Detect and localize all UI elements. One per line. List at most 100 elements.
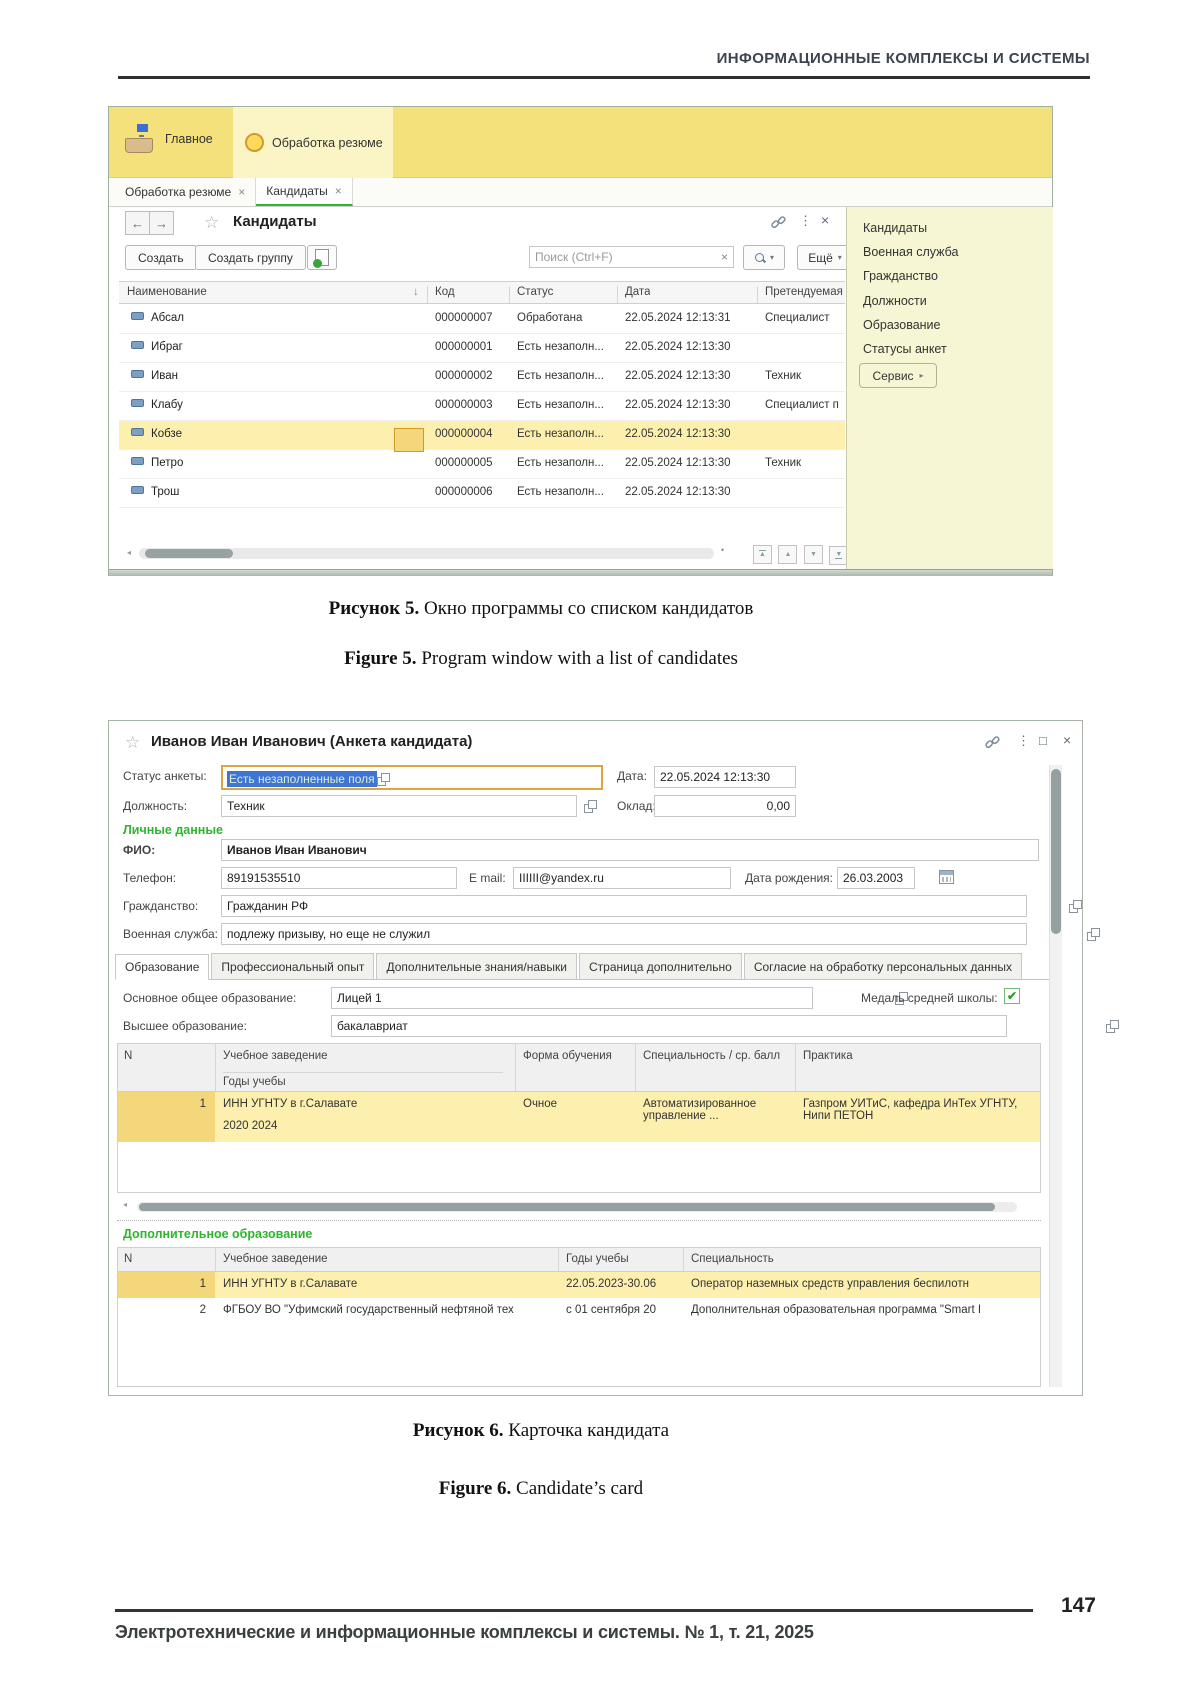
additional-table-row[interactable]: 1 ИНН УГНТУ в г.Салавате 22.05.2023-30.0… — [118, 1272, 1040, 1298]
table-row-selected[interactable]: Кобзе 000000004 Есть незаполн... 22.05.2… — [119, 421, 845, 450]
scroll-left-icon[interactable]: ◂ — [123, 1200, 127, 1209]
sidebar-item-statuses[interactable]: Статусы анкет — [863, 342, 947, 356]
focused-cell[interactable] — [394, 428, 424, 452]
birthdate-input[interactable]: 26.03.2003 — [837, 867, 915, 889]
choose-icon[interactable] — [583, 799, 597, 813]
get-link-icon[interactable] — [771, 215, 786, 235]
scroll-left-icon[interactable]: ◂ — [127, 548, 131, 557]
table-row[interactable]: Трош 000000006 Есть незаполн... 22.05.20… — [119, 479, 845, 508]
table-row[interactable]: Иван 000000002 Есть незаполн... 22.05.20… — [119, 363, 845, 392]
cell-specialty: Оператор наземных средств управления бес… — [691, 1278, 1039, 1290]
tab-additional-skills[interactable]: Дополнительные знания/навыки — [376, 953, 577, 979]
col-date[interactable]: Дата — [625, 286, 650, 298]
get-link-icon[interactable] — [985, 735, 1000, 755]
record-icon — [131, 486, 144, 494]
tab-additional-page[interactable]: Страница дополнительно — [579, 953, 742, 979]
cell-position: Техник — [765, 457, 843, 469]
col-institution: Учебное заведение — [223, 1050, 503, 1062]
col-specialty: Специальность / ср. балл — [643, 1050, 791, 1062]
go-down-icon[interactable]: ▼ — [804, 545, 823, 564]
service-label: Сервис — [872, 369, 913, 383]
scroll-right-icon[interactable]: • — [721, 545, 724, 555]
vertical-scrollbar-thumb[interactable] — [1051, 769, 1061, 934]
load-button[interactable] — [307, 245, 337, 270]
forward-button[interactable]: → — [149, 211, 174, 235]
close-form-icon[interactable]: × — [821, 213, 829, 227]
table-row[interactable]: Клабу 000000003 Есть незаполн... 22.05.2… — [119, 392, 845, 421]
go-first-icon[interactable]: ▲ — [753, 545, 772, 564]
favorite-star-icon[interactable]: ☆ — [125, 734, 140, 751]
record-icon — [131, 370, 144, 378]
military-input[interactable]: подлежу призыву, но еще не служил — [221, 923, 1027, 945]
sidebar-item-candidates[interactable]: Кандидаты — [863, 221, 927, 235]
go-up-icon[interactable]: ▲ — [778, 545, 797, 564]
choose-icon[interactable] — [1086, 927, 1100, 941]
close-icon[interactable]: × — [1063, 733, 1071, 747]
tab-close-icon[interactable]: × — [335, 184, 342, 198]
sidebar-item-positions[interactable]: Должности — [863, 294, 927, 308]
favorite-star-icon[interactable]: ☆ — [204, 214, 219, 231]
sidebar-item-education[interactable]: Образование — [863, 318, 940, 332]
horizontal-scrollbar-thumb[interactable] — [139, 1203, 995, 1211]
tab-candidates[interactable]: Кандидаты × — [256, 178, 353, 206]
back-button[interactable]: ← — [125, 211, 150, 235]
col-code[interactable]: Код — [435, 286, 455, 298]
tab-professional-experience[interactable]: Профессиональный опыт — [211, 953, 374, 979]
email-label: E mail: — [469, 871, 506, 885]
education-table[interactable]: N Учебное заведение Годы учебы Форма обу… — [117, 1043, 1041, 1193]
choose-icon[interactable] — [376, 772, 390, 786]
create-group-button[interactable]: Создать группу — [195, 245, 306, 270]
additional-table-row[interactable]: 2 ФГБОУ ВО "Уфимский государственный неф… — [118, 1298, 1040, 1324]
col-study-form: Форма обучения — [523, 1050, 631, 1062]
position-input[interactable]: Техник — [221, 795, 577, 817]
tab-resume-processing[interactable]: Обработка резюме × — [115, 178, 256, 206]
section-main-label: Главное — [165, 132, 213, 146]
sidebar-item-military-service[interactable]: Военная служба — [863, 245, 959, 259]
medal-checkbox[interactable]: ✔ — [1004, 988, 1020, 1004]
education-table-row[interactable]: 1 ИНН УГНТУ в г.Салавате 2020 2024 Очное… — [118, 1092, 1040, 1142]
calendar-icon[interactable] — [939, 870, 954, 884]
table-row[interactable]: Абсал 000000007 Обработана 22.05.2024 12… — [119, 305, 845, 334]
tab-personal-data-consent[interactable]: Согласие на обработку персональных данны… — [744, 953, 1022, 979]
record-icon — [131, 457, 144, 465]
choose-icon[interactable] — [1105, 1019, 1119, 1033]
date-input[interactable]: 22.05.2024 12:13:30 — [654, 766, 796, 788]
choose-icon[interactable] — [1068, 899, 1082, 913]
col-name[interactable]: Наименование — [127, 286, 207, 298]
tab-bar: Обработка резюме × Кандидаты × — [109, 178, 1052, 207]
citizenship-input[interactable]: Гражданин РФ — [221, 895, 1027, 917]
salary-input[interactable]: 0,00 — [654, 795, 796, 817]
col-n: N — [124, 1253, 132, 1265]
fio-input[interactable]: Иванов Иван Иванович — [221, 839, 1039, 861]
search-clear-icon[interactable]: × — [721, 250, 728, 264]
higher-education-input[interactable]: бакалавриат — [331, 1015, 1007, 1037]
tab-education[interactable]: Образование — [115, 954, 209, 980]
more-menu-icon[interactable]: ⋮ — [1017, 734, 1030, 747]
section-resume-processing[interactable]: Обработка резюме — [233, 107, 393, 178]
maximize-icon[interactable]: □ — [1039, 734, 1047, 747]
additional-education-header: Дополнительное образование — [123, 1227, 312, 1241]
table-header[interactable]: Наименование ↓ Код Статус Дата Претендуе… — [119, 281, 845, 304]
section-main[interactable]: Главное — [121, 123, 213, 155]
more-button[interactable]: Ещё ▾ — [797, 245, 853, 270]
tab-close-icon[interactable]: × — [238, 185, 245, 199]
horizontal-scrollbar-thumb[interactable] — [145, 549, 233, 558]
sidebar-item-citizenship[interactable]: Гражданство — [863, 269, 938, 283]
school-input[interactable]: Лицей 1 — [331, 987, 813, 1009]
col-position[interactable]: Претендуемая — [765, 286, 843, 298]
search-input[interactable]: Поиск (Ctrl+F) × — [529, 246, 734, 268]
table-row[interactable]: Петро 000000005 Есть незаполн... 22.05.2… — [119, 450, 845, 479]
cell-institution: ИНН УГНТУ в г.Салавате — [223, 1278, 553, 1290]
service-button[interactable]: Сервис ▸ — [859, 363, 937, 388]
load-doc-icon — [315, 249, 329, 266]
cell-code: 000000003 — [435, 399, 515, 411]
phone-input[interactable]: 89191535510 — [221, 867, 457, 889]
search-button[interactable]: ▾ — [743, 245, 785, 270]
more-menu-icon[interactable]: ⋮ — [799, 214, 812, 227]
col-status[interactable]: Статус — [517, 286, 553, 298]
status-input[interactable]: Есть незаполненные поля — [221, 765, 603, 790]
additional-education-table[interactable]: N Учебное заведение Годы учебы Специальн… — [117, 1247, 1041, 1387]
table-row[interactable]: Ибраг 000000001 Есть незаполн... 22.05.2… — [119, 334, 845, 363]
email-input[interactable]: IIIIII@yandex.ru — [513, 867, 731, 889]
create-button[interactable]: Создать — [125, 245, 197, 270]
